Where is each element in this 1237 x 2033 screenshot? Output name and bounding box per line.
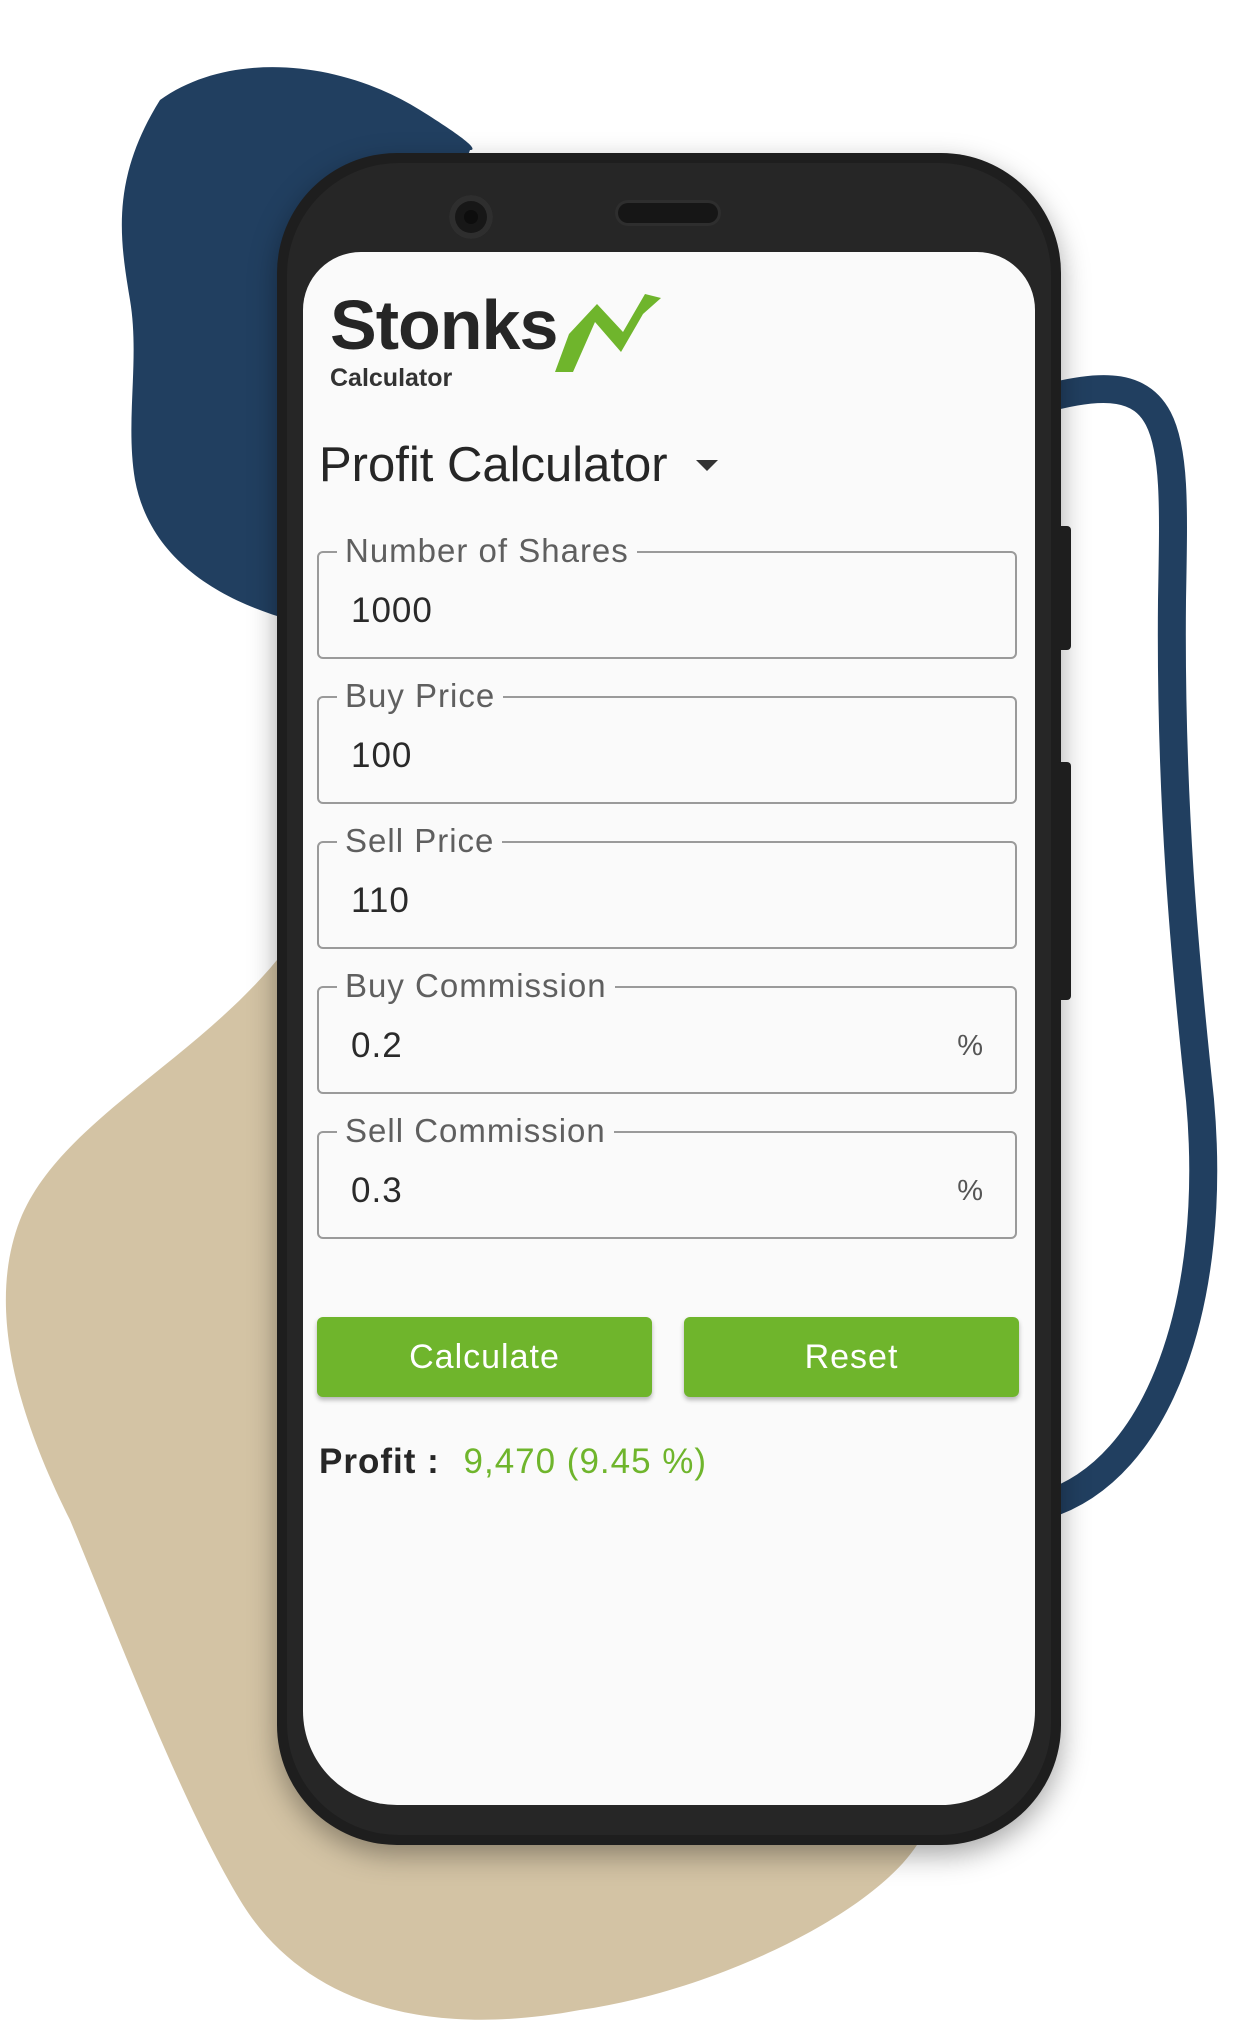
sell-price-field-label: Sell Price [337, 823, 503, 859]
shares-input[interactable] [351, 591, 911, 631]
buy-commission-input[interactable] [351, 1026, 911, 1066]
buy-price-input[interactable] [351, 736, 911, 776]
logo-wordmark: Stonks [330, 286, 558, 364]
sell-commission-input[interactable] [351, 1171, 911, 1211]
chevron-down-icon [695, 459, 718, 471]
logo-subtitle: Calculator [330, 364, 453, 392]
volume-button [1057, 526, 1071, 650]
power-button [1057, 762, 1071, 1000]
sell-price-field[interactable]: Sell Price [317, 823, 1017, 949]
buy-commission-field[interactable]: Buy Commission % [317, 968, 1017, 1094]
calculator-type-label: Profit Calculator [319, 437, 668, 492]
stonks-arrow-icon [555, 294, 661, 372]
sell-price-input[interactable] [351, 881, 911, 921]
sell-commission-field[interactable]: Sell Commission % [317, 1113, 1017, 1239]
speaker-grille [618, 203, 718, 223]
percent-suffix: % [957, 1030, 983, 1062]
app-screen: Stonks Calculator Profit Calculator Numb… [303, 252, 1035, 1805]
buy-commission-field-label: Buy Commission [337, 968, 615, 1004]
profit-value: 9,470 (9.45 %) [463, 1442, 708, 1481]
camera-icon [449, 195, 493, 239]
buy-price-field[interactable]: Buy Price [317, 678, 1017, 804]
app-logo: Stonks Calculator [325, 290, 665, 400]
profit-result: Profit : 9,470 (9.45 %) [319, 1442, 707, 1482]
sell-commission-field-label: Sell Commission [337, 1113, 614, 1149]
reset-button[interactable]: Reset [684, 1317, 1019, 1397]
shares-field[interactable]: Number of Shares [317, 533, 1017, 659]
buy-price-field-label: Buy Price [337, 678, 504, 714]
calculate-button[interactable]: Calculate [317, 1317, 652, 1397]
percent-suffix: % [957, 1175, 983, 1207]
profit-label: Profit : [319, 1442, 440, 1481]
shares-field-label: Number of Shares [337, 533, 637, 569]
calculator-type-dropdown[interactable]: Profit Calculator [319, 435, 718, 495]
